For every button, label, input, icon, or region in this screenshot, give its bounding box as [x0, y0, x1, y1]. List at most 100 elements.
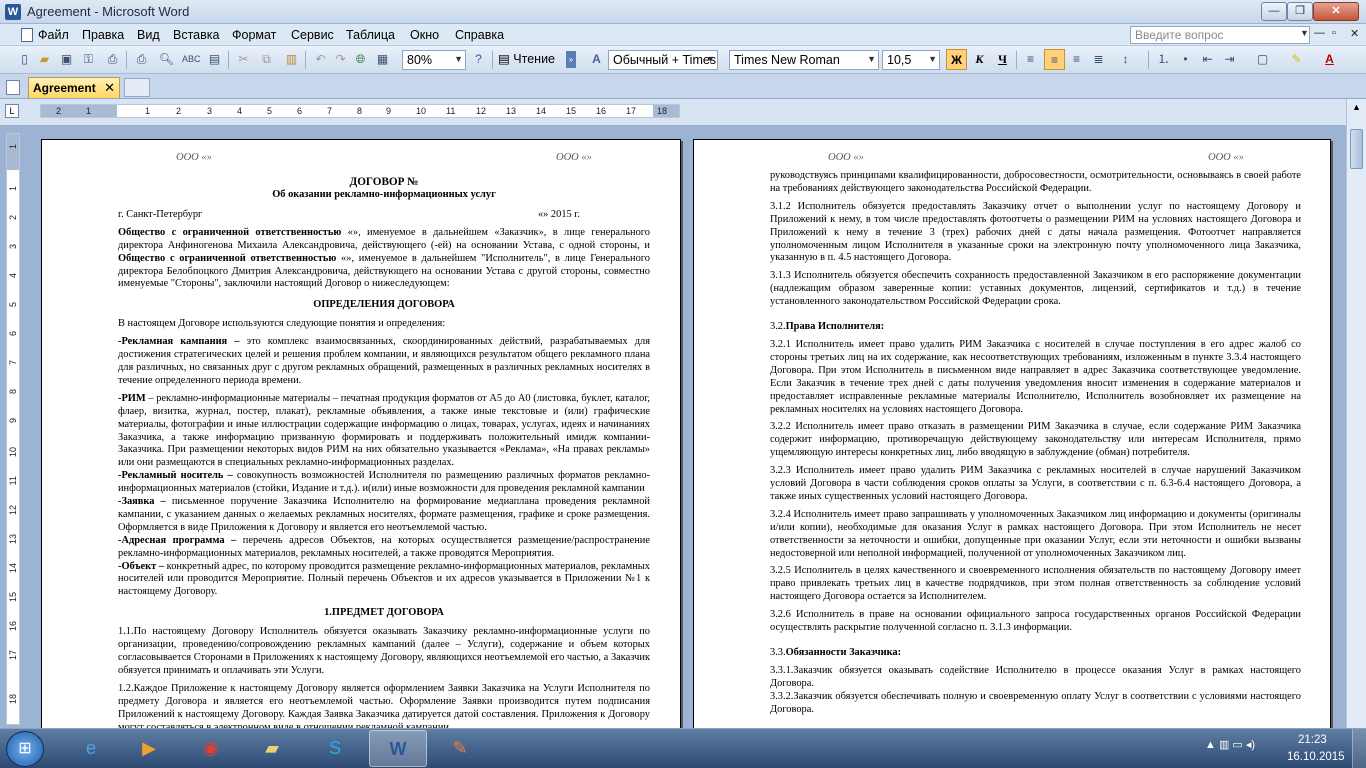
close-window-button[interactable]: ✕	[1313, 2, 1359, 21]
page-body: ДОГОВОР № Об оказании рекламно-информаци…	[118, 174, 650, 728]
clock-time[interactable]: 21:23	[1298, 734, 1327, 746]
highlight-icon[interactable]: ✎	[1288, 51, 1305, 68]
minimize-button[interactable]: —	[1261, 2, 1287, 21]
word-app-icon[interactable]: W	[5, 4, 21, 20]
ruler-number: 2	[56, 106, 62, 116]
bold-button[interactable]: Ж	[946, 49, 967, 70]
volume-icon[interactable]: ◂)	[1246, 739, 1255, 751]
menu-table[interactable]: Таблица	[346, 28, 395, 42]
start-button[interactable]: ⊞	[6, 731, 44, 767]
line-spacing-icon[interactable]: ↕	[1117, 51, 1134, 68]
file-explorer-icon[interactable]: ▰	[243, 730, 301, 767]
document-area[interactable]: ООО «» ООО «» ДОГОВОР № Об оказании рекл…	[24, 125, 1346, 728]
copy-icon[interactable]: ⧉	[258, 51, 275, 68]
new-document-icon[interactable]: ▯	[16, 51, 33, 68]
table-icon[interactable]: ▦	[374, 51, 391, 68]
menu-help[interactable]: Справка	[455, 28, 504, 42]
document-page-2[interactable]: ООО «» ООО «» руководствуясь принципами …	[693, 139, 1331, 728]
new-tab-button[interactable]	[124, 78, 150, 97]
tab-selector[interactable]: L	[5, 104, 19, 118]
hyperlink-icon[interactable]: 🌐︎	[352, 51, 369, 68]
cut-icon[interactable]: ✂	[235, 51, 252, 68]
menu-tools[interactable]: Сервис	[291, 28, 334, 42]
tab-label: Agreement	[33, 81, 96, 95]
print-preview-icon[interactable]: ⎙	[104, 51, 121, 68]
doc-restore-button[interactable]: ▫	[1332, 27, 1336, 39]
paint-icon[interactable]: ✎	[431, 730, 489, 767]
ruler-number: 6	[8, 331, 18, 337]
justify-icon[interactable]: ≣	[1090, 51, 1107, 68]
toolbar-options-icon[interactable]: »	[566, 51, 576, 68]
menu-insert[interactable]: Вставка	[173, 28, 219, 42]
research-icon[interactable]: ▤	[206, 51, 223, 68]
network-icon[interactable]: ▥	[1219, 739, 1229, 751]
underline-button[interactable]: Ч	[994, 51, 1011, 68]
menu-format[interactable]: Формат	[232, 28, 276, 42]
media-player-icon[interactable]: ▶	[120, 730, 178, 767]
reading-mode-button[interactable]: ▤ Чтение	[498, 51, 555, 66]
doc-minimize-button[interactable]: —	[1314, 27, 1325, 39]
internet-explorer-icon[interactable]: e	[62, 730, 120, 767]
preview-icon[interactable]: 🔍︎	[158, 51, 175, 68]
ruler-number: 9	[386, 106, 392, 116]
open-folder-icon[interactable]: ▰	[36, 51, 53, 68]
italic-button[interactable]: К	[971, 51, 988, 68]
horizontal-ruler[interactable]: 2 1 1 2 3 4 5 6 7 8 9 10 11 12 13 14 15 …	[40, 104, 680, 118]
align-left-icon[interactable]: ≡	[1022, 51, 1039, 68]
doc-close-button[interactable]: ✕	[1350, 27, 1359, 40]
tray-expand-icon[interactable]: ▲	[1205, 739, 1216, 751]
font-size-select[interactable]: 10,5 ▼	[882, 50, 940, 70]
skype-icon[interactable]: S	[306, 730, 364, 767]
clock-date[interactable]: 16.10.2015	[1287, 751, 1345, 763]
help-search-input[interactable]: Введите вопрос	[1130, 26, 1310, 44]
style-select[interactable]: Обычный + Times ▼	[608, 50, 718, 70]
scroll-up-icon[interactable]: ▲	[1352, 102, 1361, 112]
scrollbar-thumb[interactable]	[1350, 129, 1363, 169]
maximize-button[interactable]: ❐	[1287, 2, 1313, 21]
chevron-down-icon: ▼	[454, 54, 463, 64]
header-left: ООО «»	[828, 152, 864, 163]
ruler-number: 2	[176, 106, 182, 116]
help-icon[interactable]: ?	[470, 51, 487, 68]
menu-edit[interactable]: Правка	[82, 28, 124, 42]
bullets-icon[interactable]: •	[1177, 51, 1194, 68]
paste-icon[interactable]: ▥	[283, 51, 300, 68]
ruler-number: 17	[8, 650, 18, 661]
tab-agreement[interactable]: Agreement ✕	[28, 77, 120, 98]
align-center-icon[interactable]: ≡	[1044, 49, 1065, 70]
borders-icon[interactable]: ▢	[1254, 51, 1271, 68]
show-desktop-button[interactable]	[1352, 729, 1366, 768]
paragraph: 3.3.2.Заказчик обязуется обеспечивать по…	[770, 690, 1301, 715]
print-icon[interactable]: ⎙	[133, 51, 150, 68]
document-page-1[interactable]: ООО «» ООО «» ДОГОВОР № Об оказании рекл…	[41, 139, 681, 728]
vertical-ruler[interactable]: 1 1 2 3 4 5 6 7 8 9 10 11 12 13 14 15 16…	[6, 133, 20, 725]
redo-icon[interactable]: ↷	[332, 51, 349, 68]
zoom-select[interactable]: 80% ▼	[402, 50, 466, 70]
close-tab-icon[interactable]: ✕	[104, 80, 115, 96]
ruler-number: 10	[416, 106, 427, 116]
permission-icon[interactable]: ⚿	[80, 51, 97, 68]
definition-term: -Адресная программа –	[118, 534, 237, 546]
increase-indent-icon[interactable]: ⇥	[1221, 51, 1238, 68]
document-menu-icon[interactable]	[21, 28, 33, 42]
paragraph: 1.1.По настоящему Договору Исполнитель о…	[118, 626, 650, 676]
battery-icon[interactable]: ▭	[1232, 739, 1242, 751]
chevron-down-icon[interactable]: ▼	[1300, 28, 1309, 38]
font-color-icon[interactable]: A	[1321, 51, 1338, 68]
save-icon[interactable]: ▣	[58, 51, 75, 68]
word-taskbar-icon[interactable]: W	[369, 730, 427, 767]
align-right-icon[interactable]: ≡	[1068, 51, 1085, 68]
font-select[interactable]: Times New Roman ▼	[729, 50, 879, 70]
ruler-number: 14	[536, 106, 547, 116]
undo-icon[interactable]: ↶	[312, 51, 329, 68]
spelling-icon[interactable]: ABC	[182, 51, 201, 68]
menu-view[interactable]: Вид	[137, 28, 160, 42]
styles-pane-icon[interactable]: A	[588, 51, 605, 68]
ruler-number: 6	[297, 106, 303, 116]
menu-file[interactable]: Файл	[38, 28, 69, 42]
decrease-indent-icon[interactable]: ⇤	[1199, 51, 1216, 68]
chrome-icon[interactable]: ◉	[182, 730, 240, 767]
vertical-scrollbar[interactable]: ▲	[1346, 99, 1366, 728]
numbering-icon[interactable]: ⒈	[1155, 51, 1172, 68]
menu-window[interactable]: Окно	[410, 28, 439, 42]
